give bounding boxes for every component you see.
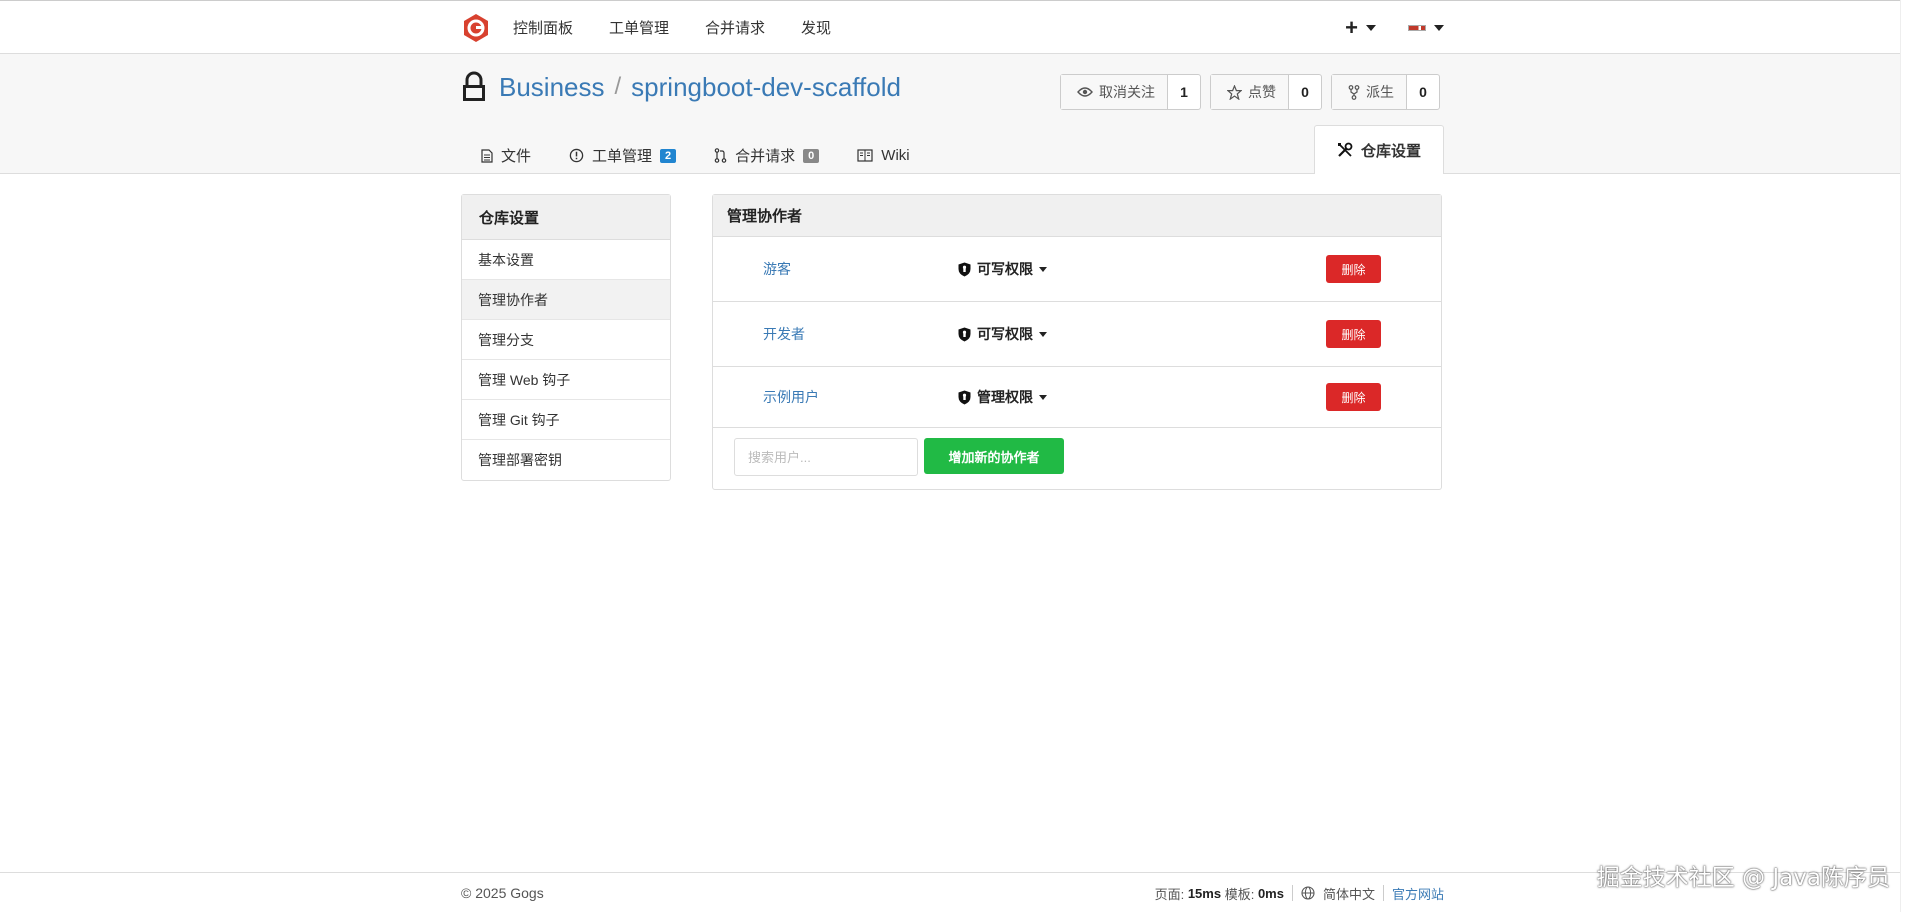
breadcrumb-separator: /: [614, 73, 622, 100]
chevron-down-icon: [1434, 24, 1444, 31]
fork-count[interactable]: 0: [1407, 75, 1439, 109]
sidebar-item-webhooks[interactable]: 管理 Web 钩子: [462, 360, 670, 400]
collaborators-panel: 管理协作者 游客 可写权限 删除 开发者 可写权限 删除 示例用户 管理权限 删…: [712, 194, 1442, 490]
sidebar-item-branches[interactable]: 管理分支: [462, 320, 670, 360]
repo-title: Business / springboot-dev-scaffold: [461, 71, 901, 103]
tab-files-label: 文件: [501, 148, 532, 165]
collaborator-row: 示例用户 管理权限 删除: [713, 367, 1441, 428]
watch-count[interactable]: 1: [1168, 75, 1200, 109]
permission-dropdown[interactable]: 可写权限: [958, 324, 1047, 344]
collaborator-row: 开发者 可写权限 删除: [713, 302, 1441, 367]
repo-header: Business / springboot-dev-scaffold 取消关注 …: [0, 54, 1914, 174]
tab-issues[interactable]: 工单管理 2: [549, 137, 694, 174]
nav-dashboard[interactable]: 控制面板: [513, 1, 573, 54]
shield-lock-icon: [958, 262, 971, 277]
collaborator-name-link[interactable]: 示例用户: [763, 387, 819, 407]
nav-explore[interactable]: 发现: [801, 1, 831, 54]
gogs-logo-icon[interactable]: [461, 13, 491, 43]
copyright: © 2025 Gogs: [461, 885, 544, 901]
fork-icon: [1348, 84, 1360, 100]
collaborator-row: 游客 可写权限 删除: [713, 237, 1441, 302]
sidebar-item-options[interactable]: 基本设置: [462, 240, 670, 280]
repo-name-link[interactable]: springboot-dev-scaffold: [631, 72, 901, 103]
fork-button-group: 派生 0: [1331, 74, 1440, 110]
chevron-down-icon: [1366, 24, 1376, 31]
star-label: 点赞: [1248, 84, 1276, 100]
collaborator-name-link[interactable]: 开发者: [763, 324, 805, 344]
delete-collaborator-button[interactable]: 删除: [1326, 255, 1381, 283]
collaborators-title: 管理协作者: [713, 195, 1441, 237]
chevron-down-icon: [1039, 394, 1047, 400]
top-navbar: 控制面板 工单管理 合并请求 发现 +: [0, 0, 1914, 54]
nav-issues[interactable]: 工单管理: [609, 1, 669, 54]
file-icon: [481, 148, 493, 163]
nav-pulls[interactable]: 合并请求: [705, 1, 765, 54]
issue-opened-icon: [569, 148, 584, 163]
settings-sidebar-title: 仓库设置: [462, 195, 670, 240]
scrollbar[interactable]: [1900, 0, 1914, 912]
tab-wiki-label: Wiki: [881, 147, 910, 164]
permission-label: 管理权限: [977, 389, 1033, 405]
git-pull-request-icon: [714, 148, 727, 163]
delete-collaborator-button[interactable]: 删除: [1326, 383, 1381, 411]
eye-icon: [1077, 86, 1093, 98]
unwatch-button[interactable]: 取消关注: [1061, 75, 1168, 109]
tools-icon: [1337, 142, 1353, 158]
shield-lock-icon: [958, 327, 971, 342]
avatar: [1408, 24, 1426, 31]
pulls-count-badge: 0: [803, 148, 820, 163]
globe-icon: [1301, 886, 1315, 900]
settings-sidebar: 仓库设置 基本设置 管理协作者 管理分支 管理 Web 钩子 管理 Git 钩子…: [461, 194, 671, 481]
divider: [1382, 885, 1384, 901]
sidebar-item-git-hooks[interactable]: 管理 Git 钩子: [462, 400, 670, 440]
page-time-value: 15ms: [1187, 885, 1222, 901]
page-time-label: 页面:: [1154, 886, 1185, 902]
permission-label: 可写权限: [977, 261, 1033, 277]
user-menu-dropdown[interactable]: [1408, 24, 1444, 31]
tab-issues-label: 工单管理: [592, 148, 653, 165]
star-button[interactable]: 点赞: [1211, 75, 1289, 109]
permission-dropdown[interactable]: 可写权限: [958, 259, 1047, 279]
tab-files[interactable]: 文件: [461, 137, 549, 174]
search-user-input[interactable]: [734, 438, 918, 476]
divider: [1291, 885, 1293, 901]
repo-owner-link[interactable]: Business: [499, 72, 605, 103]
unwatch-label: 取消关注: [1099, 84, 1155, 100]
official-site-link[interactable]: 官方网站: [1392, 884, 1444, 903]
tab-pull-requests[interactable]: 合并请求 0: [694, 137, 837, 174]
star-button-group: 点赞 0: [1210, 74, 1322, 110]
book-icon: [857, 149, 873, 162]
template-time-value: 0ms: [1257, 885, 1284, 901]
tab-pull-requests-label: 合并请求: [735, 148, 796, 165]
chevron-down-icon: [1039, 331, 1047, 337]
issues-count-badge: 2: [660, 148, 677, 163]
sidebar-item-deploy-keys[interactable]: 管理部署密钥: [462, 440, 670, 480]
collaborator-name-link[interactable]: 游客: [763, 259, 791, 279]
sidebar-item-collaborators[interactable]: 管理协作者: [462, 280, 670, 320]
shield-lock-icon: [958, 390, 971, 405]
add-collaborator-form: 增加新的协作者: [713, 428, 1441, 489]
fork-label: 派生: [1366, 84, 1394, 100]
language-selector[interactable]: 简体中文: [1323, 884, 1375, 903]
tab-settings-label: 仓库设置: [1360, 142, 1421, 160]
watch-button-group: 取消关注 1: [1060, 74, 1201, 110]
template-time-label: 模板:: [1224, 886, 1255, 902]
chevron-down-icon: [1039, 266, 1047, 272]
lock-icon: [461, 71, 487, 103]
tab-settings[interactable]: 仓库设置: [1313, 125, 1444, 174]
star-count[interactable]: 0: [1289, 75, 1321, 109]
permission-label: 可写权限: [977, 326, 1033, 342]
tab-wiki[interactable]: Wiki: [837, 137, 927, 174]
repo-tabs: 文件 工单管理 2 合并请求 0 Wiki 仓库设置: [461, 125, 1444, 174]
add-collaborator-button[interactable]: 增加新的协作者: [924, 438, 1064, 474]
watermark: 掘金技术社区 @ Java陈序员: [1596, 865, 1890, 891]
star-icon: [1227, 84, 1242, 100]
permission-dropdown[interactable]: 管理权限: [958, 387, 1047, 407]
create-dropdown[interactable]: +: [1345, 14, 1376, 40]
fork-button[interactable]: 派生: [1332, 75, 1407, 109]
delete-collaborator-button[interactable]: 删除: [1326, 320, 1381, 348]
plus-icon: +: [1345, 14, 1358, 40]
